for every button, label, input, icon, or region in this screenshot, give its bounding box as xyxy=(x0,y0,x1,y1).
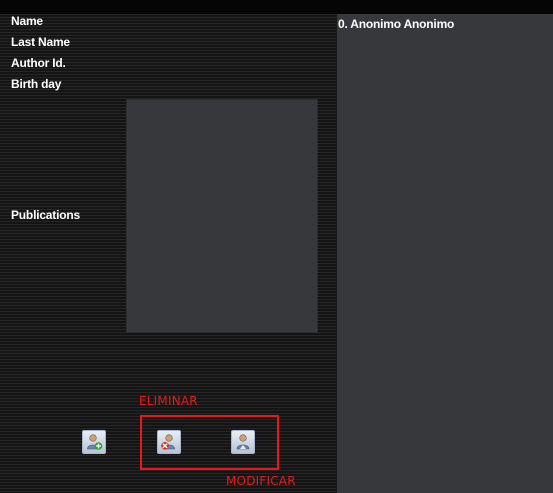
add-user-icon xyxy=(87,434,103,450)
author-id-label: Author Id. xyxy=(11,56,66,70)
authors-list[interactable] xyxy=(336,14,553,493)
annotation-modificar: MODIFICAR xyxy=(226,474,296,488)
title-bar xyxy=(0,0,553,14)
list-item[interactable]: 0. Anonimo Anonimo xyxy=(338,17,454,31)
publications-list[interactable] xyxy=(126,99,318,333)
birth-day-label: Birth day xyxy=(11,77,62,91)
publications-label: Publications xyxy=(11,208,80,222)
annotation-box xyxy=(140,415,279,470)
name-label: Name xyxy=(11,14,43,28)
last-name-label: Last Name xyxy=(11,35,70,49)
add-user-button[interactable] xyxy=(82,430,106,454)
annotation-eliminar: ELIMINAR xyxy=(139,394,198,408)
